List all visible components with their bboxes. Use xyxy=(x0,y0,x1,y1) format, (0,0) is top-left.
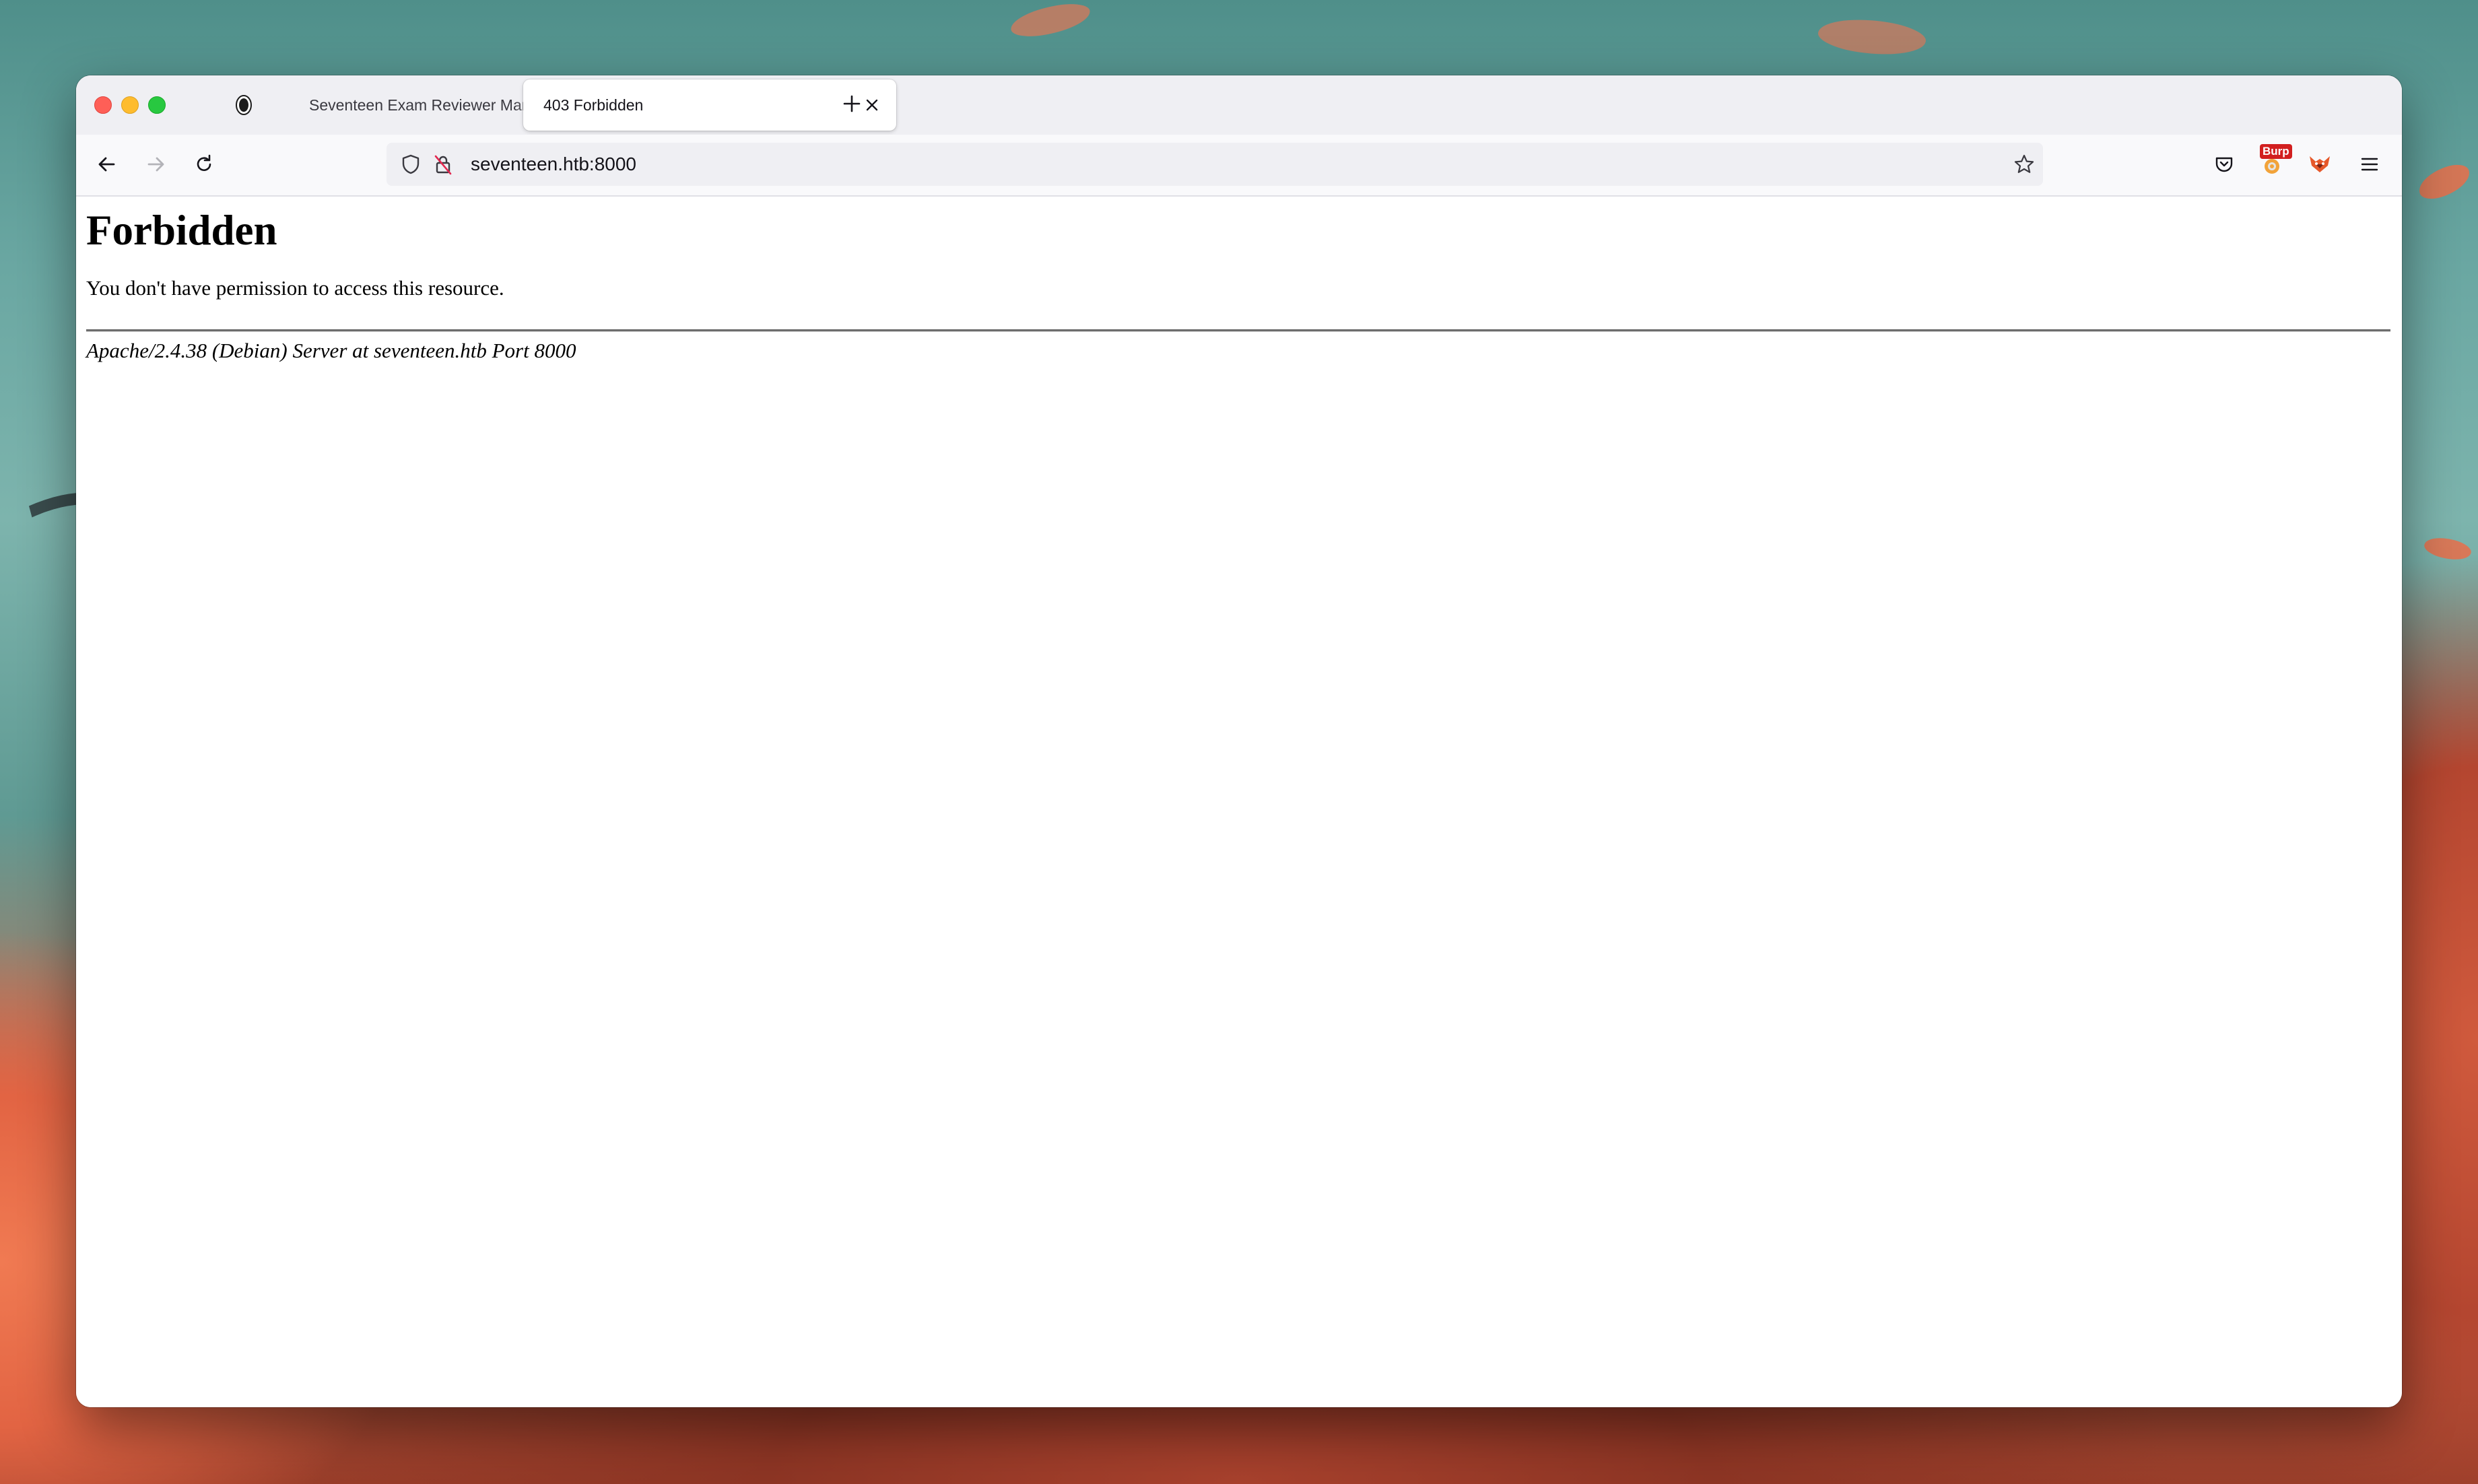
reload-icon xyxy=(193,154,215,178)
new-tab-button[interactable] xyxy=(837,90,867,120)
plus-icon xyxy=(842,94,861,116)
tab-bar: Seventeen Exam Reviewer Management 403 F… xyxy=(76,75,2402,135)
wallpaper-leaf xyxy=(2414,160,2475,204)
arrow-left-icon xyxy=(96,154,118,178)
tab-title: 403 Forbidden xyxy=(543,96,644,114)
page-content: Forbidden You don't have permission to a… xyxy=(76,197,2402,1407)
close-window-button[interactable] xyxy=(94,96,112,114)
wallpaper-leaf xyxy=(2422,533,2473,565)
zoom-window-button[interactable] xyxy=(148,96,166,114)
forward-button[interactable] xyxy=(138,148,173,183)
pocket-button[interactable] xyxy=(2207,148,2242,183)
page-title: Forbidden xyxy=(86,207,277,254)
insecure-lock-icon[interactable] xyxy=(430,151,457,178)
wallpaper-leaf xyxy=(1816,13,1928,61)
wallpaper-leaf xyxy=(1008,0,1093,41)
pocket-icon xyxy=(2213,154,2235,178)
bookmark-star-icon[interactable] xyxy=(2011,151,2038,178)
burp-badge: Burp xyxy=(2260,144,2292,159)
shield-icon[interactable] xyxy=(397,151,424,178)
navigation-toolbar: seventeen.htb:8000 xyxy=(76,135,2402,197)
url-text[interactable]: seventeen.htb:8000 xyxy=(471,143,636,186)
browser-window: Seventeen Exam Reviewer Management 403 F… xyxy=(76,75,2402,1407)
foxyproxy-button[interactable] xyxy=(2302,148,2337,183)
server-signature: Apache/2.4.38 (Debian) Server at sevente… xyxy=(86,339,576,362)
address-bar[interactable]: seventeen.htb:8000 xyxy=(387,143,2043,186)
arrow-right-icon xyxy=(145,154,166,178)
foxyproxy-icon xyxy=(2308,154,2332,178)
error-message: You don't have permission to access this… xyxy=(86,276,504,300)
app-menu-button[interactable] xyxy=(2352,148,2387,183)
reload-button[interactable] xyxy=(187,148,222,183)
menu-icon xyxy=(2359,154,2380,178)
dark-circle-icon xyxy=(235,94,253,116)
divider xyxy=(86,329,2390,332)
tab-title: Seventeen Exam Reviewer Management xyxy=(309,96,550,114)
back-button[interactable] xyxy=(90,148,125,183)
minimize-window-button[interactable] xyxy=(121,96,139,114)
